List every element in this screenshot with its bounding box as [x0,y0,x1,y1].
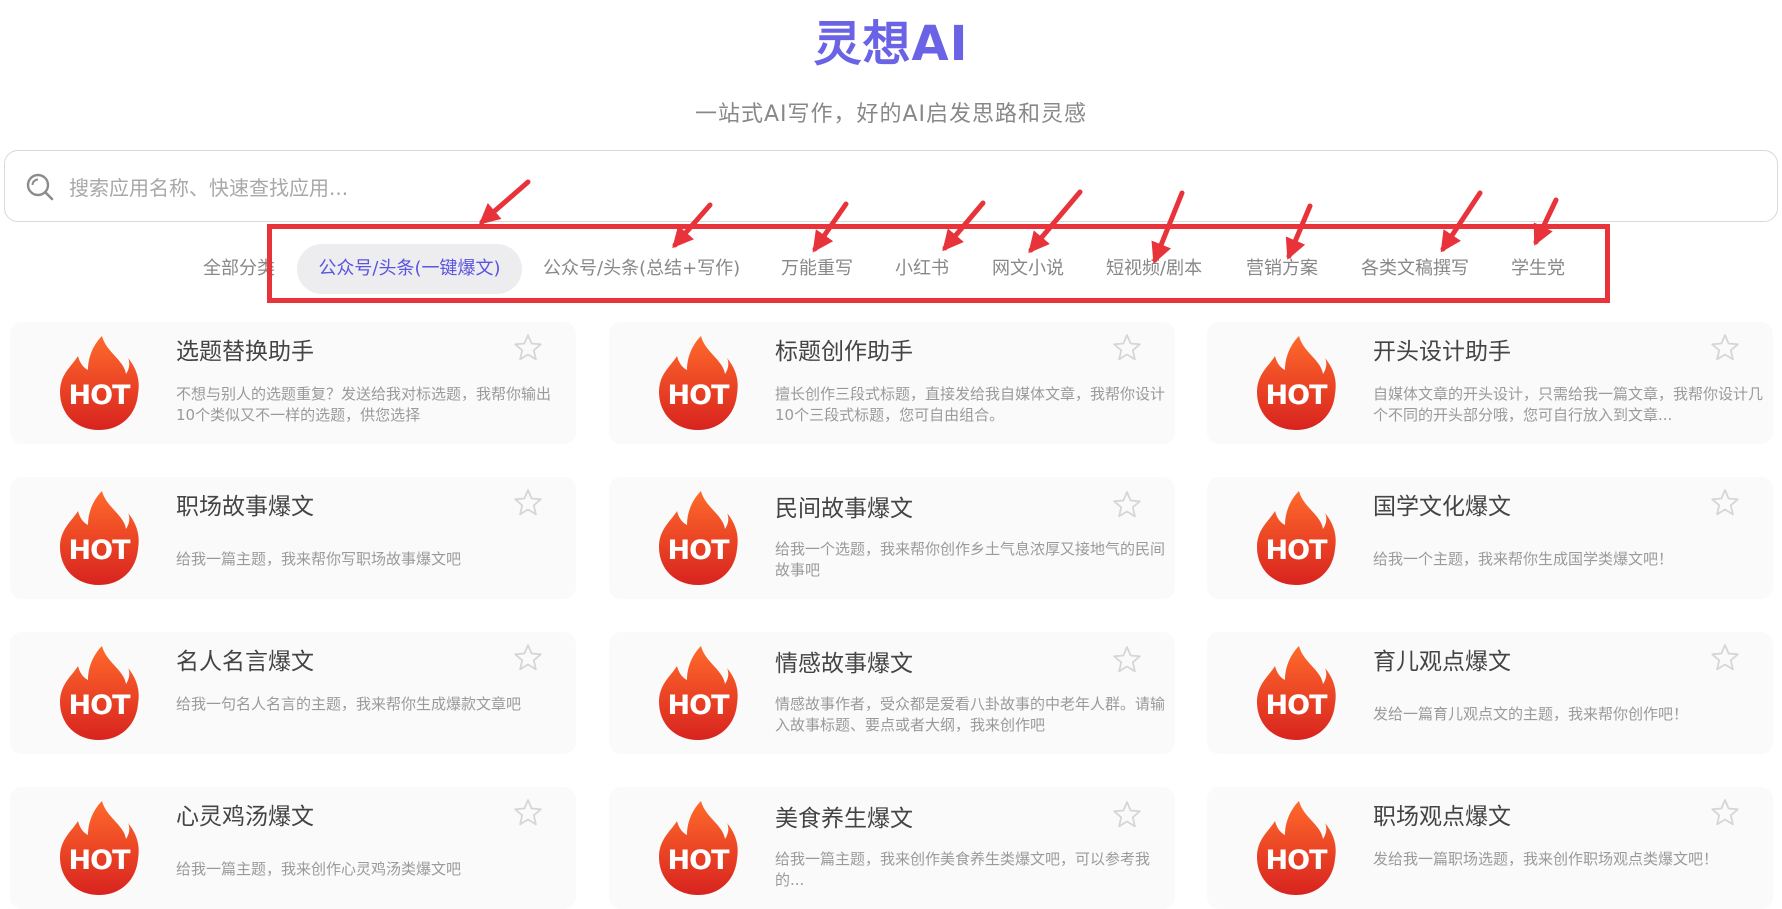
app-card[interactable]: HOT 心灵鸡汤爆文给我一篇主题，我来创作心灵鸡汤类爆文吧 [10,787,576,909]
search-icon [26,173,54,201]
app-description: 情感故事作者，受众都是爱看八卦故事的中老年人群。请输入故事标题、要点或者大纲，我… [775,695,1165,734]
hot-flame-icon: HOT [60,491,139,585]
favorite-star-icon[interactable] [512,487,544,519]
favorite-star-icon[interactable] [1111,489,1143,521]
annotation-highlight-box [267,224,1610,303]
search-bar[interactable] [4,150,1778,222]
hot-flame-icon: HOT [659,646,738,740]
app-title[interactable]: 选题替换助手 [176,332,314,366]
hot-flame-icon: HOT [1257,646,1336,740]
app-card[interactable]: HOT 选题替换助手不想与别人的选题重复？发送给我对标选题，我帮你输出10个类似又… [10,322,576,444]
favorite-star-icon[interactable] [1709,797,1741,829]
app-title[interactable]: 名人名言爆文 [176,642,314,676]
favorite-star-icon[interactable] [512,332,544,364]
app-card[interactable]: HOT 名人名言爆文给我一句名人名言的主题，我来帮你生成爆款文章吧 [10,632,576,754]
app-card[interactable]: HOT 职场观点爆文 发给我一篇职场选题，我来创作职场观点类爆文吧！ [1207,787,1773,909]
hot-badge-text: HOT [668,535,731,566]
brand-subtitle: 一站式AI写作，好的AI启发思路和灵感 [694,102,1088,127]
hot-badge-text: HOT [1266,845,1329,876]
hot-flame-icon: HOT [659,801,738,895]
hot-badge-text: HOT [668,845,731,876]
hot-flame-icon: HOT [1257,491,1336,585]
hot-flame-icon: HOT [1257,801,1336,895]
brand-title: 灵想AI [813,16,969,72]
app-card[interactable]: HOT 育儿观点爆文发给一篇育儿观点文的主题，我来帮你创作吧！ [1207,632,1773,754]
hot-badge-text: HOT [668,380,731,411]
hot-badge-text: HOT [69,535,132,566]
app-title[interactable]: 民间故事爆文 [775,489,913,523]
hot-flame-icon: HOT [60,336,139,430]
app-description: 给我一个主题，我来帮你生成国学类爆文吧！ [1373,550,1674,568]
app-card[interactable]: HOT 标题创作助手擅长创作三段式标题，直接发给我自媒体文章，我帮你设计10个三段… [609,322,1175,444]
favorite-star-icon[interactable] [1709,332,1741,364]
app-card[interactable]: HOT 开头设计助手自媒体文章的开头设计，只需给我一篇文章，我帮你设计几个不同的开… [1207,322,1773,444]
app-description: 不想与别人的选题重复？发送给我对标选题，我帮你输出10个类似又不一样的选题，供您… [176,385,552,424]
hot-badge-text: HOT [1266,380,1329,411]
favorite-star-icon[interactable] [512,797,544,829]
app-title[interactable]: 职场故事爆文 [176,487,314,521]
app-title[interactable]: 育儿观点爆文 [1373,642,1511,676]
app-title[interactable]: 标题创作助手 [775,332,913,366]
hot-flame-icon: HOT [60,801,139,895]
tab-all[interactable]: 全部分类 [203,244,275,294]
hot-flame-icon: HOT [60,646,139,740]
hot-badge-text: HOT [668,690,731,721]
app-title[interactable]: 情感故事爆文 [775,644,913,678]
app-description: 擅长创作三段式标题，直接发给我自媒体文章，我帮你设计10个三段式标题，您可自由组… [775,385,1165,424]
app-card[interactable]: HOT 国学文化爆文给我一个主题，我来帮你生成国学类爆文吧！ [1207,477,1773,599]
app-title[interactable]: 美食养生爆文 [775,799,913,833]
hot-badge-text: HOT [1266,690,1329,721]
hot-badge-text: HOT [69,845,132,876]
app-title[interactable]: 心灵鸡汤爆文 [176,797,314,831]
hot-flame-icon: HOT [659,491,738,585]
search-input[interactable] [67,165,1751,211]
hot-flame-icon: HOT [1257,336,1336,430]
app-description: 给我一篇主题，我来创作心灵鸡汤类爆文吧 [176,860,462,878]
favorite-star-icon[interactable] [1111,332,1143,364]
hot-badge-text: HOT [69,690,132,721]
app-description: 给我一个选题，我来帮你创作乡土气息浓厚又接地气的民间故事吧 [775,540,1165,579]
app-description: 自媒体文章的开头设计，只需给我一篇文章，我帮你设计几个不同的开头部分哦，您可自行… [1373,385,1763,424]
app-title[interactable]: 国学文化爆文 [1373,487,1511,521]
hot-badge-text: HOT [69,380,132,411]
favorite-star-icon[interactable] [1111,799,1143,831]
favorite-star-icon[interactable] [512,642,544,674]
app-title[interactable]: 职场观点爆文 [1373,797,1511,831]
app-card[interactable]: HOT 民间故事爆文给我一个选题，我来帮你创作乡土气息浓厚又接地气的民间故事吧 [609,477,1175,599]
app-description: 给我一句名人名言的主题，我来帮你生成爆款文章吧 [176,695,522,713]
hot-badge-text: HOT [1266,535,1329,566]
favorite-star-icon[interactable] [1709,642,1741,674]
app-description: 给我一篇主题，我来帮你写职场故事爆文吧 [176,550,462,568]
app-card[interactable]: HOT 美食养生爆文给我一篇主题，我来创作美食养生类爆文吧，可以参考我的... [609,787,1175,909]
hot-flame-icon: HOT [659,336,738,430]
app-card[interactable]: HOT 职场故事爆文给我一篇主题，我来帮你写职场故事爆文吧 [10,477,576,599]
app-title[interactable]: 开头设计助手 [1373,332,1511,366]
app-card[interactable]: HOT 情感故事爆文情感故事作者，受众都是爱看八卦故事的中老年人群。请输入故事标题… [609,632,1175,754]
favorite-star-icon[interactable] [1111,644,1143,676]
app-description: 给我一篇主题，我来创作美食养生类爆文吧，可以参考我的... [775,850,1151,889]
favorite-star-icon[interactable] [1709,487,1741,519]
app-description: 发给一篇育儿观点文的主题，我来帮你创作吧！ [1373,705,1689,723]
